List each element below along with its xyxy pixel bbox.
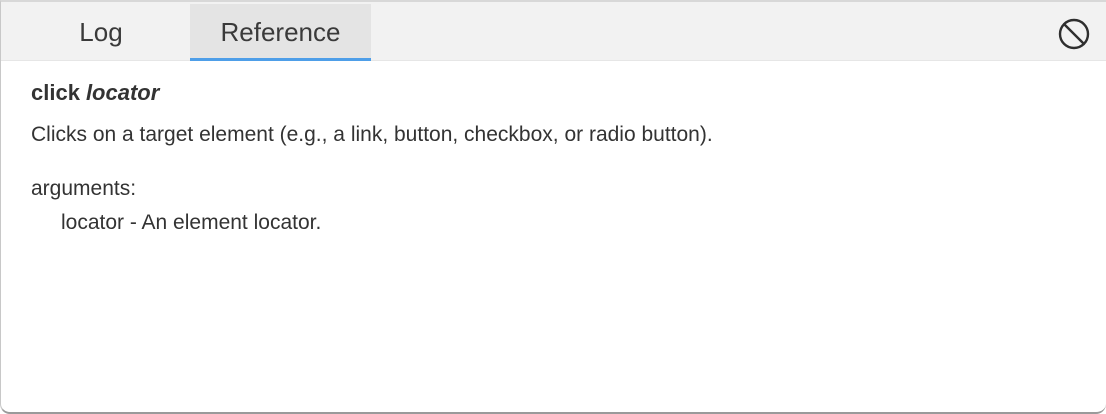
tab-reference-label: Reference [220, 17, 341, 47]
clear-log-button[interactable] [1056, 16, 1092, 52]
tab-log-label: Log [79, 17, 123, 47]
tab-log[interactable]: Log [21, 4, 181, 61]
tab-reference[interactable]: Reference [190, 4, 371, 61]
arguments-heading: arguments: [31, 177, 137, 200]
command-signature: click locator [31, 78, 1071, 108]
reference-content: click locator Clicks on a target element … [31, 78, 1071, 238]
tab-bar: Log Reference [1, 2, 1106, 61]
command-description: Clicks on a target element (e.g., a link… [31, 123, 713, 146]
command-argument: locator [85, 80, 160, 105]
prohibited-circle-icon [1058, 18, 1090, 50]
argument-item: locator - An element locator. [61, 211, 322, 234]
reference-panel: Log Reference click locator Clicks on a t… [0, 0, 1106, 414]
command-name: click [31, 80, 80, 105]
